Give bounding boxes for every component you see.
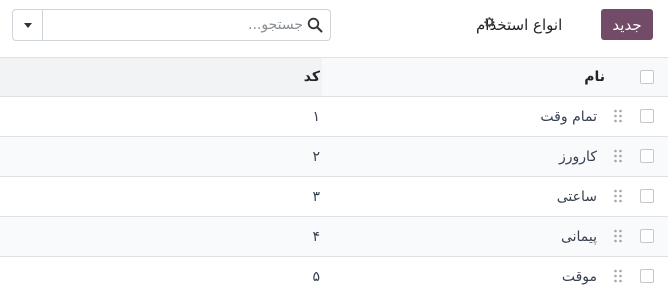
drag-handle-icon[interactable] [613,228,623,244]
row-checkbox[interactable] [640,149,654,163]
search-box [12,9,331,41]
cell-code: ۳ [312,188,320,205]
search-icon[interactable] [307,17,323,33]
table-row[interactable]: موقت ۵ [0,257,668,295]
search-options-toggle[interactable] [13,10,43,40]
table-row[interactable]: پیمانی ۴ [0,217,668,257]
table-header: نام کد [0,57,668,97]
row-checkbox[interactable] [640,229,654,243]
select-all-checkbox[interactable] [640,70,654,84]
search-input[interactable] [43,10,303,40]
row-checkbox[interactable] [640,109,654,123]
cell-name: کارورز [559,148,597,165]
table-row[interactable]: ساعتی ۳ [0,177,668,217]
table-row[interactable]: تمام وقت ۱ [0,97,668,137]
caret-down-icon [23,22,32,28]
list-table: نام کد تمام وقت ۱ کارورز ۲ ساعتی ۳ پیمانی ۴ موقت… [0,57,668,295]
drag-handle-icon[interactable] [613,188,623,204]
cell-name: پیمانی [560,228,597,245]
row-checkbox[interactable] [640,269,654,283]
column-header-code[interactable]: کد [290,58,320,96]
drag-handle-icon[interactable] [613,108,623,124]
new-button[interactable]: جدید [601,9,653,40]
cell-name: ساعتی [556,188,597,205]
cell-name: تمام وقت [540,108,597,125]
cell-code: ۲ [312,148,320,165]
table-row[interactable]: کارورز ۲ [0,137,668,177]
drag-handle-icon[interactable] [613,268,623,284]
cell-code: ۴ [312,228,320,245]
drag-handle-icon[interactable] [613,148,623,164]
cell-code: ۵ [312,268,320,285]
cell-name: موقت [561,268,597,285]
row-checkbox[interactable] [640,189,654,203]
column-header-name[interactable]: نام [560,58,605,96]
cell-code: ۱ [312,108,320,125]
gear-icon[interactable] [482,15,496,29]
